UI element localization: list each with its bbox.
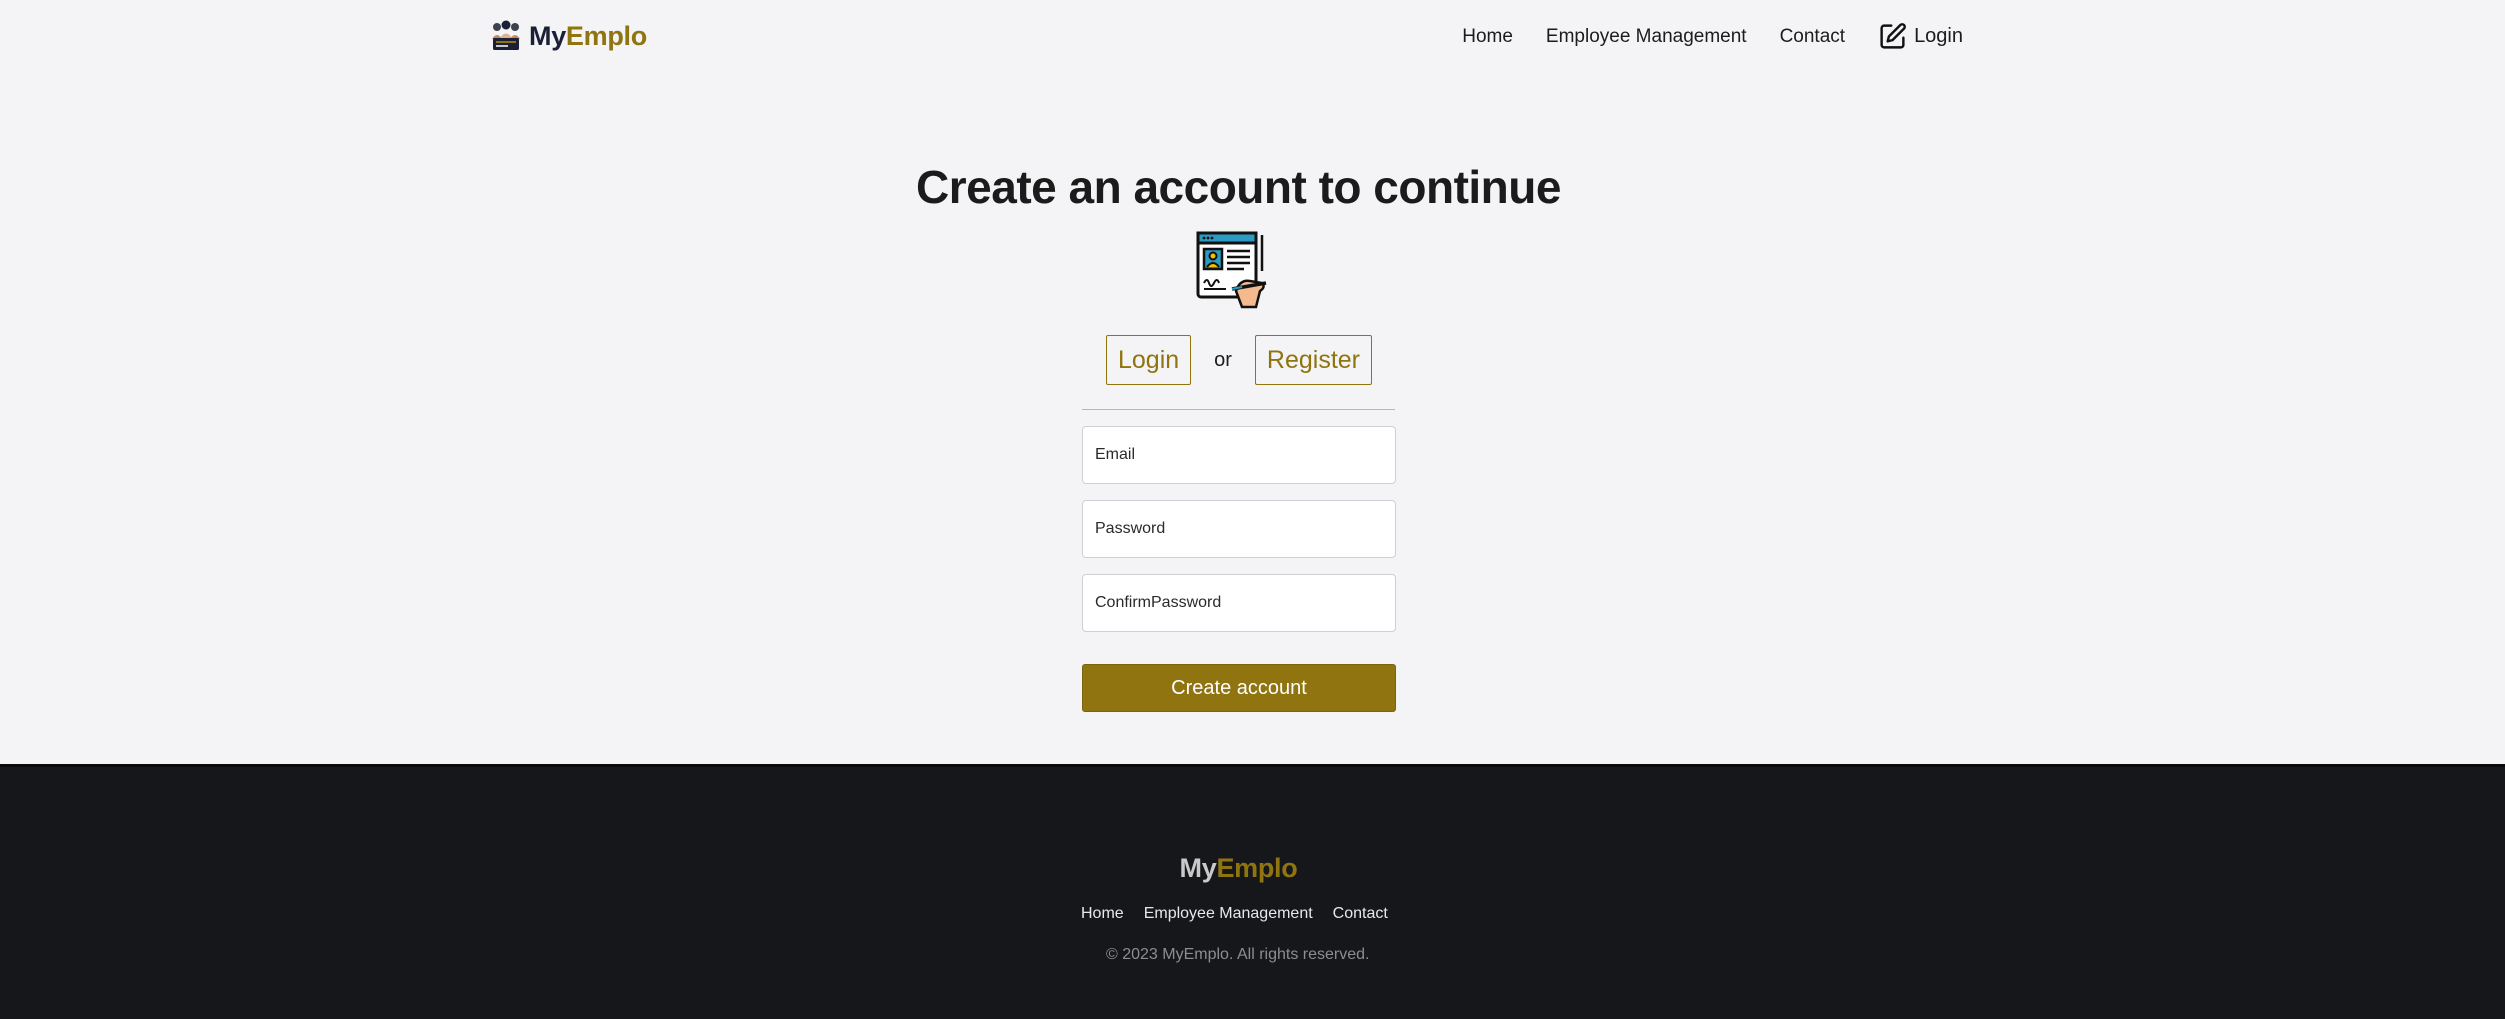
site-footer: MyEmplo Home Employee Management Contact… <box>0 764 2505 1019</box>
footer-brand-part1: My <box>1179 853 1217 883</box>
form-divider <box>1082 409 1395 410</box>
brand-name-part2: Emplo <box>565 20 647 51</box>
footer-nav: Home Employee Management Contact <box>1081 905 1388 923</box>
create-account-button[interactable]: Create account <box>1082 664 1396 712</box>
nav-login-label: Login <box>1914 24 1963 47</box>
brand-name-part1: My <box>529 20 566 51</box>
signing-document-icon <box>1196 231 1267 309</box>
nav-contact-link[interactable]: Contact <box>1780 27 1845 46</box>
brand-logo-link[interactable]: MyEmplo <box>489 16 647 56</box>
footer-contact-link[interactable]: Contact <box>1333 905 1388 923</box>
footer-brand: MyEmplo <box>0 853 2477 884</box>
copyright-text: © 2023 MyEmplo. All rights reserved. <box>1106 946 1370 963</box>
nav-home-link[interactable]: Home <box>1462 27 1513 46</box>
page-title: Create an account to continue <box>916 161 1561 213</box>
site-header: MyEmplo Home Employee Management Contact… <box>0 0 2505 72</box>
password-field[interactable] <box>1082 500 1396 558</box>
footer-home-link[interactable]: Home <box>1081 905 1124 923</box>
edit-square-icon <box>1880 22 1906 49</box>
brand-name: MyEmplo <box>529 21 647 52</box>
nav-employee-management-link[interactable]: Employee Management <box>1546 27 1747 46</box>
footer-employee-management-link[interactable]: Employee Management <box>1144 905 1313 923</box>
team-logo-icon <box>492 20 520 50</box>
footer-brand-part2: Emplo <box>1216 853 1298 883</box>
main-nav: Home Employee Management Contact Login <box>1462 17 1963 55</box>
nav-login-link[interactable]: Login <box>1878 22 1963 51</box>
register-tab-button[interactable]: Register <box>1254 335 1372 385</box>
auth-mode-switch: Login or Register <box>1106 335 1372 385</box>
login-tab-button[interactable]: Login <box>1106 335 1192 385</box>
email-field[interactable] <box>1082 426 1396 484</box>
or-separator: or <box>1214 348 1232 371</box>
confirm-password-field[interactable] <box>1082 574 1396 632</box>
